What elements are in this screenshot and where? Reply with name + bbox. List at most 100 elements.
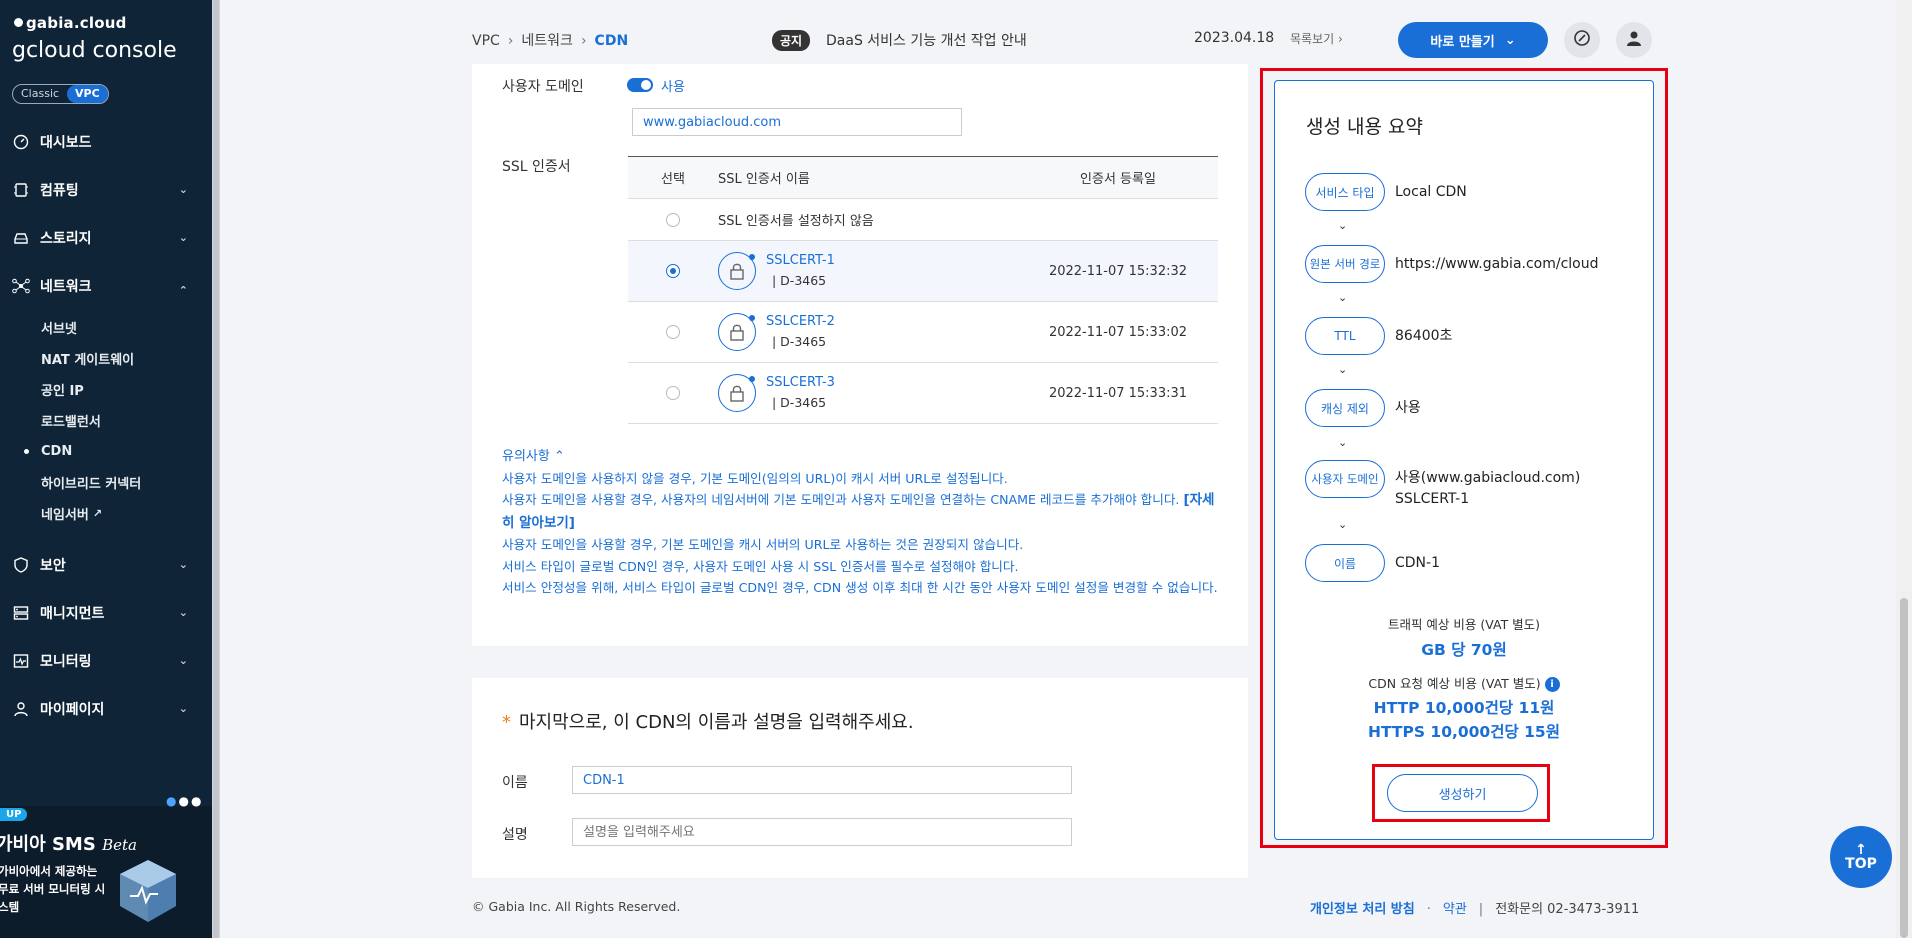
custom-domain-label: 사용자 도메인 [502, 79, 584, 95]
ssl-radio[interactable] [666, 264, 680, 278]
brand-logo[interactable]: gabia.cloud [14, 14, 127, 32]
breadcrumb-network[interactable]: 네트워크 [521, 33, 573, 49]
copyright: © Gabia Inc. All Rights Reserved. [472, 899, 681, 914]
summary-ssl-value: SSLCERT-1 [1395, 491, 1470, 507]
sidebar-item-compute[interactable]: 컴퓨팅 ⌄ [0, 166, 212, 214]
sidebar-item-network[interactable]: 네트워크 ⌃ [0, 262, 212, 310]
sidebar-item-subnet[interactable]: 서브넷 [0, 312, 212, 343]
description-input[interactable] [572, 818, 1072, 846]
chevron-up-icon: ⌃ [553, 449, 565, 464]
sidebar-item-label: 매니지먼트 [40, 606, 105, 622]
sidebar-item-label: 네트워크 [40, 279, 92, 295]
ssl-label: SSL 인증서 [502, 159, 571, 175]
summary-step-pill: 이름 [1305, 544, 1385, 582]
env-vpc[interactable]: VPC [67, 85, 108, 103]
notice-text[interactable]: DaaS 서비스 기능 개선 작업 안내 [826, 30, 1027, 50]
custom-domain-input[interactable] [632, 108, 962, 136]
terms-link[interactable]: 약관 [1443, 902, 1467, 917]
profile-button[interactable] [1616, 22, 1652, 58]
summary-step-value: 86400초 [1395, 327, 1453, 344]
notes-title: 유의사항 [502, 449, 550, 464]
create-cdn-button[interactable]: 생성하기 [1387, 774, 1538, 812]
sidebar-item-nat-gateway[interactable]: NAT 게이트웨이 [0, 343, 212, 374]
summary-title: 생성 내용 요약 [1306, 116, 1423, 138]
env-classic[interactable]: Classic [13, 85, 67, 103]
chevron-right-icon: › [1338, 32, 1343, 46]
notes-toggle[interactable]: 유의사항 ⌃ [502, 446, 1222, 468]
ssl-none-radio[interactable] [666, 212, 680, 227]
sidebar-item-mypage[interactable]: 마이페이지 ⌄ [0, 685, 212, 733]
notes-section: 유의사항 ⌃ 사용자 도메인을 사용하지 않을 경우, 기본 도메인(임의의 U… [502, 446, 1222, 599]
shield-icon [12, 556, 30, 574]
sidebar-scrollbar[interactable] [212, 0, 220, 938]
cert-id: | D-3465 [772, 273, 827, 288]
custom-domain-toggle[interactable] [627, 78, 653, 92]
sidebar-item-storage[interactable]: 스토리지 ⌄ [0, 214, 212, 262]
up-badge: UP [0, 808, 28, 821]
sidebar-item-dashboard[interactable]: 대시보드 [0, 118, 212, 166]
chevron-down-icon: ⌄ [1338, 363, 1348, 376]
cert-name[interactable]: SSLCERT-3 [766, 373, 835, 393]
cert-name[interactable]: SSLCERT-2 [766, 312, 835, 332]
sidebar-item-load-balancer[interactable]: 로드밸런서 [0, 405, 212, 436]
sidebar-item-label: 마이페이지 [40, 702, 105, 718]
footer-links: 개인정보 처리 방침 · 약관 | 전화문의 02-3473-3911 [1310, 902, 1640, 917]
ssl-radio[interactable] [666, 325, 680, 339]
sidebar-item-management[interactable]: 매니지먼트 ⌄ [0, 589, 212, 637]
col-select: 선택 [661, 172, 685, 187]
table-row[interactable]: SSLCERT-3 | D-3465 2022-11-07 15:33:31 [628, 363, 1218, 424]
note-line: 서비스 타입이 글로벌 CDN인 경우, 사용자 도메인 사용 시 SSL 인증… [502, 558, 1019, 574]
notice-date: 2023.04.18 [1194, 30, 1275, 46]
chevron-down-icon: ⌄ [178, 702, 188, 715]
note-line: 사용자 도메인을 사용하지 않을 경우, 기본 도메인(임의의 URL)이 캐시… [502, 470, 1008, 486]
banner-pager[interactable]: ●●● [166, 794, 203, 808]
monitor-icon [12, 652, 30, 670]
sidebar-item-monitoring[interactable]: 모니터링 ⌄ [0, 637, 212, 685]
sidebar-item-nameserver[interactable]: 네임서버 ↗ [0, 498, 212, 529]
sidebar: gabia.cloud gcloud console Classic VPC 대… [0, 0, 212, 938]
cert-date: 2022-11-07 15:32:32 [1048, 263, 1188, 279]
sidebar-item-label: 보안 [40, 558, 66, 574]
chevron-down-icon: ⌄ [1338, 291, 1348, 304]
sidebar-item-hybrid-connector[interactable]: 하이브리드 커넥터 [0, 467, 212, 498]
ssl-none-label: SSL 인증서를 설정하지 않음 [718, 214, 874, 229]
table-row[interactable]: SSLCERT-2 | D-3465 2022-11-07 15:33:02 [628, 302, 1218, 363]
sidebar-item-public-ip[interactable]: 공인 IP [0, 374, 212, 405]
phone-contact: 전화문의 02-3473-3911 [1495, 902, 1640, 917]
privacy-link[interactable]: 개인정보 처리 방침 [1310, 902, 1415, 917]
summary-step-service-type: 서비스 타입 Local CDN [1305, 172, 1467, 212]
summary-step-pill: 사용자 도메인 [1305, 460, 1385, 498]
table-row[interactable]: SSL 인증서를 설정하지 않음 [628, 199, 1218, 241]
lock-icon [718, 374, 756, 412]
breadcrumb-vpc[interactable]: VPC [472, 33, 500, 49]
sidebar-item-label: 네임서버 [41, 508, 89, 523]
cert-date: 2022-11-07 15:33:02 [1048, 324, 1188, 340]
name-input[interactable] [572, 766, 1072, 794]
info-icon[interactable]: i [1544, 677, 1560, 692]
ssl-table-header: 선택 SSL 인증서 이름 인증서 등록일 [628, 157, 1218, 199]
scroll-top-button[interactable]: ↑ TOP [1830, 826, 1892, 888]
notice-badge: 공지 [772, 30, 811, 51]
summary-step-name: 이름 CDN-1 [1305, 543, 1440, 583]
cert-name[interactable]: SSLCERT-1 [766, 251, 835, 271]
breadcrumb-cdn: CDN [594, 33, 629, 49]
summary-step-ttl: TTL 86400초 [1305, 316, 1452, 356]
chat-button[interactable] [1564, 22, 1600, 58]
page-scrollbar[interactable] [1896, 0, 1912, 938]
console-title[interactable]: gcloud console [12, 38, 177, 63]
notice-list-label: 목록보기 [1290, 32, 1335, 46]
note-line: 사용자 도메인을 사용할 경우, 기본 도메인을 캐시 서버의 URL로 사용하… [502, 537, 1024, 552]
brand-text: gabia.cloud [26, 14, 127, 32]
notice-list-link[interactable]: 목록보기 › [1290, 30, 1343, 47]
name-section-title-text: 마지막으로, 이 CDN의 이름과 설명을 입력해주세요. [519, 712, 914, 733]
chevron-down-icon: ⌄ [178, 231, 188, 244]
sidebar-item-cdn[interactable]: CDN [0, 436, 212, 467]
chevron-up-icon: ⌃ [178, 284, 188, 297]
ssl-radio[interactable] [666, 386, 680, 400]
drive-icon [12, 229, 30, 247]
table-row[interactable]: SSLCERT-1 | D-3465 2022-11-07 15:32:32 [628, 241, 1218, 302]
sidebar-item-security[interactable]: 보안 ⌄ [0, 541, 212, 589]
quick-create-button[interactable]: 바로 만들기 ⌄ [1398, 22, 1548, 58]
summary-domain-value: 사용(www.gabiacloud.com) [1395, 470, 1581, 486]
env-toggle[interactable]: Classic VPC [12, 84, 109, 104]
